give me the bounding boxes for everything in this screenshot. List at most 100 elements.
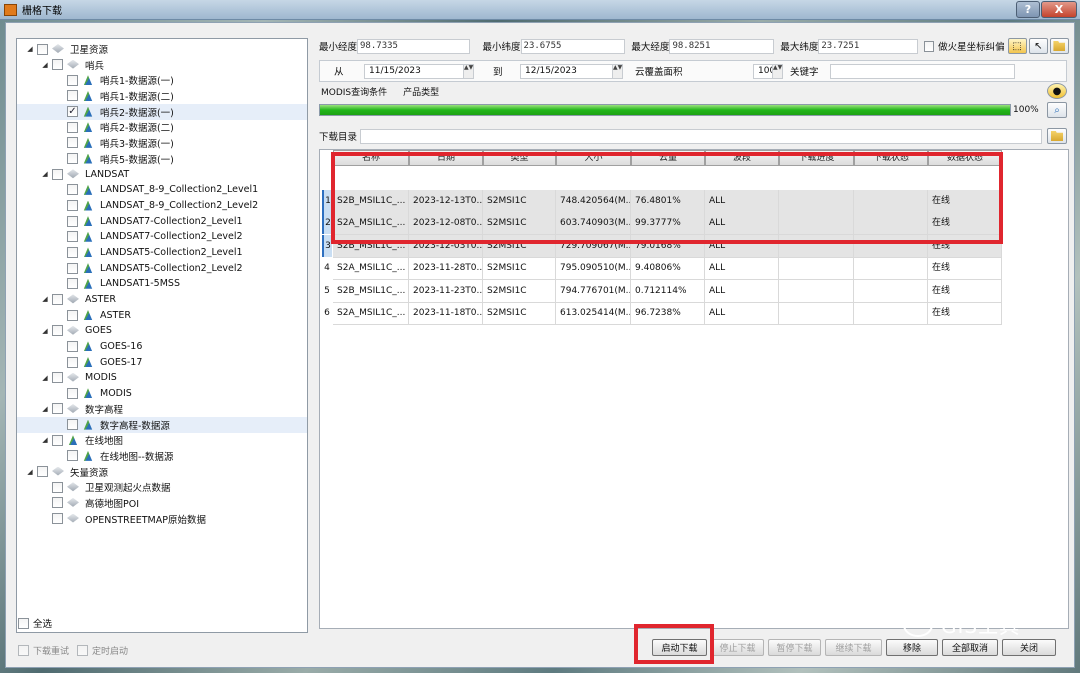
table-cell[interactable]: 2023-11-28T0...: [409, 257, 483, 281]
tree-item[interactable]: OPENSTREETMAP原始数据: [17, 511, 307, 527]
tree-item[interactable]: 哨兵3-数据源(一): [17, 135, 307, 151]
tree-item[interactable]: ◢ MODIS: [17, 370, 307, 386]
expand-arrow-icon[interactable]: ◢: [40, 436, 50, 444]
expand-arrow-icon[interactable]: ◢: [40, 61, 50, 69]
expand-arrow-icon[interactable]: ◢: [40, 327, 50, 335]
tree-checkbox[interactable]: [67, 262, 78, 274]
tree-item[interactable]: LANDSAT_8-9_Collection2_Level1: [17, 182, 307, 198]
tree-checkbox[interactable]: [52, 513, 63, 524]
tree-checkbox[interactable]: ✓: [67, 106, 78, 118]
table-cell[interactable]: ALL: [705, 279, 779, 303]
table-cell[interactable]: [854, 279, 928, 303]
expand-arrow-icon[interactable]: ◢: [40, 405, 50, 413]
table-cell[interactable]: 0.712114%: [631, 279, 705, 303]
tree-checkbox[interactable]: [67, 340, 78, 352]
tree-checkbox[interactable]: [37, 466, 48, 478]
tree-item[interactable]: ◢ 矢量资源: [17, 464, 307, 480]
table-cell[interactable]: 在线: [928, 302, 1002, 325]
row-number[interactable]: 5: [322, 279, 332, 302]
refresh-button[interactable]: ●: [1047, 83, 1067, 99]
mars-checkbox[interactable]: [923, 40, 935, 52]
to-date-picker[interactable]: 12/15/2023 ▲▼: [520, 63, 623, 79]
tree-item[interactable]: ✓ 哨兵2-数据源(一): [17, 103, 307, 120]
table-cell[interactable]: ALL: [705, 257, 779, 281]
expand-arrow-icon[interactable]: ◢: [40, 374, 50, 382]
tree-item[interactable]: GOES-17: [17, 354, 307, 370]
tree-checkbox[interactable]: [67, 450, 78, 462]
tree-item[interactable]: ◢ 数字高程: [17, 401, 307, 417]
tree-item[interactable]: ◢ LANDSAT: [17, 166, 307, 182]
tree-item[interactable]: 哨兵1-数据源(二): [17, 88, 307, 104]
tree-checkbox[interactable]: [67, 200, 78, 211]
tree-checkbox[interactable]: [67, 419, 78, 431]
tree-checkbox[interactable]: [52, 403, 63, 415]
tree-item[interactable]: 数字高程-数据源: [17, 416, 307, 433]
tree-checkbox[interactable]: [67, 309, 78, 321]
row-number[interactable]: 4: [322, 257, 332, 280]
resource-tree[interactable]: ◢ 卫星资源 ◢ 哨兵 哨兵1-数据源(一) 哨兵1-数据源(二) ✓ 哨兵2-数据源(一) 哨…: [16, 38, 308, 633]
expand-arrow-icon[interactable]: ◢: [25, 45, 35, 53]
table-cell[interactable]: S2MSI1C: [483, 279, 556, 303]
table-cell[interactable]: 在线: [928, 257, 1002, 281]
tree-item[interactable]: LANDSAT_8-9_Collection2_Level2: [17, 198, 307, 214]
table-cell[interactable]: [779, 279, 854, 303]
close-window-button[interactable]: X: [1041, 1, 1077, 18]
table-cell[interactable]: S2MSI1C: [483, 257, 556, 281]
open-folder-button[interactable]: [1049, 38, 1069, 54]
table-cell[interactable]: S2MSI1C: [483, 302, 556, 325]
table-cell[interactable]: [854, 257, 928, 281]
tree-item[interactable]: GOES-16: [17, 338, 307, 354]
row-number[interactable]: 6: [322, 302, 332, 324]
browse-dir-button[interactable]: [1047, 128, 1067, 144]
tree-checkbox[interactable]: [67, 74, 78, 86]
tree-checkbox[interactable]: [67, 153, 78, 165]
tree-checkbox[interactable]: [37, 43, 48, 55]
tree-checkbox[interactable]: [67, 215, 78, 227]
tree-checkbox[interactable]: [67, 356, 78, 368]
tree-item[interactable]: 哨兵1-数据源(一): [17, 72, 307, 88]
pick-area-button[interactable]: ↖: [1028, 38, 1048, 54]
tree-item[interactable]: 哨兵5-数据源(一): [17, 151, 307, 167]
table-cell[interactable]: [779, 302, 854, 325]
tree-item[interactable]: ◢ 哨兵: [17, 57, 307, 73]
table-cell[interactable]: 96.7238%: [631, 302, 705, 325]
tree-item[interactable]: MODIS: [17, 385, 307, 401]
tree-item[interactable]: LANDSAT5-Collection2_Level1: [17, 244, 307, 260]
tree-item[interactable]: ◢ 卫星资源: [17, 41, 307, 57]
select-area-button[interactable]: ⬚: [1007, 38, 1027, 54]
table-cell[interactable]: 795.090510(M...: [556, 257, 631, 281]
tree-checkbox[interactable]: [52, 372, 63, 384]
tree-checkbox[interactable]: [52, 434, 63, 446]
cancel-all-button[interactable]: 全部取消: [942, 639, 998, 656]
resume-download-button[interactable]: 继续下载: [825, 639, 882, 656]
table-cell[interactable]: S2A_MSIL1C_...: [333, 257, 409, 281]
timer-option[interactable]: 定时启动: [75, 644, 128, 657]
tree-item[interactable]: ◢ 在线地图: [17, 432, 307, 448]
tree-checkbox[interactable]: [67, 246, 78, 258]
expand-arrow-icon[interactable]: ◢: [40, 295, 50, 303]
tree-item[interactable]: ◢ GOES: [17, 323, 307, 339]
tree-checkbox[interactable]: [67, 90, 78, 102]
table-cell[interactable]: 2023-11-23T0...: [409, 279, 483, 303]
remove-button[interactable]: 移除: [886, 639, 938, 656]
tree-checkbox[interactable]: [52, 325, 63, 337]
tree-checkbox[interactable]: [67, 231, 78, 243]
tree-item[interactable]: LANDSAT1-5MSS: [17, 276, 307, 292]
table-cell[interactable]: 2023-11-18T0...: [409, 302, 483, 325]
table-cell[interactable]: 9.40806%: [631, 257, 705, 281]
tree-item[interactable]: ASTER: [17, 307, 307, 323]
retry-option[interactable]: 下载重试: [16, 644, 69, 657]
tree-checkbox[interactable]: [52, 497, 63, 509]
tree-item[interactable]: 哨兵2-数据源(二): [17, 119, 307, 135]
table-cell[interactable]: ALL: [705, 302, 779, 325]
table-cell[interactable]: S2A_MSIL1C_...: [333, 302, 409, 325]
table-cell[interactable]: [779, 257, 854, 281]
tree-item[interactable]: LANDSAT7-Collection2_Level1: [17, 213, 307, 229]
tree-item[interactable]: 在线地图--数据源: [17, 448, 307, 464]
stop-download-button[interactable]: 停止下载: [711, 639, 764, 656]
tree-checkbox[interactable]: [52, 168, 63, 180]
tree-item[interactable]: LANDSAT7-Collection2_Level2: [17, 229, 307, 245]
tree-item[interactable]: ◢ ASTER: [17, 291, 307, 307]
search-button[interactable]: ⌕: [1047, 102, 1067, 118]
tree-item[interactable]: LANDSAT5-Collection2_Level2: [17, 260, 307, 276]
